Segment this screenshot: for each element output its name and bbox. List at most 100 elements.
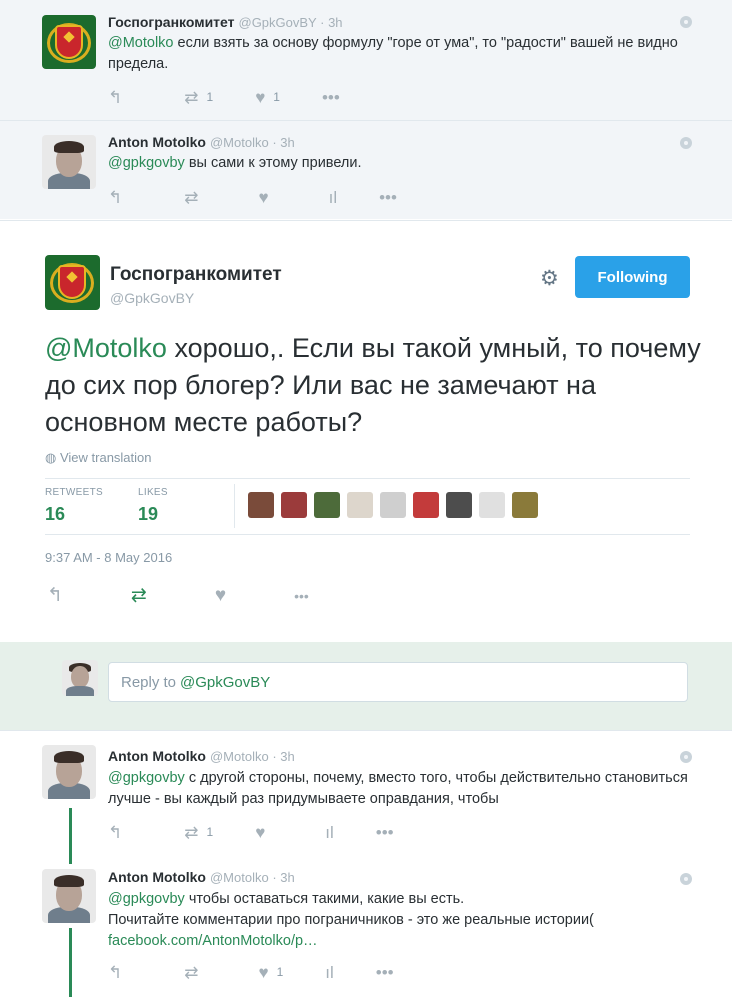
divider [45,534,690,535]
reply-icon[interactable]: ↰ [47,584,63,607]
avatar-face [71,666,89,688]
avatar-hair [54,141,84,153]
liker-avatar[interactable] [512,492,538,518]
reply-button[interactable]: ↰ [108,89,122,106]
caret-icon[interactable] [680,137,692,149]
analytics-button[interactable]: ıl [325,964,334,981]
liker-avatar[interactable] [248,492,274,518]
mention-link[interactable]: @gpkgovby [108,770,185,786]
author-name[interactable]: Anton Motolko [108,748,206,764]
stat-value: 19 [138,504,159,524]
more-icon[interactable]: ••• [294,588,309,604]
author-handle[interactable]: @Motolko [210,870,269,885]
tweet-time[interactable]: · 3h [269,135,294,150]
like-button[interactable]: ♥ [255,824,265,841]
author-handle[interactable]: @Motolko [210,749,269,764]
heart-icon[interactable]: ♥ [215,585,226,607]
avatar[interactable] [45,255,100,310]
reply-placeholder: Reply to [121,673,177,691]
liker-avatar[interactable] [281,492,307,518]
more-icon: ••• [379,187,397,207]
reply-input[interactable]: Reply to @GpkGovBY [108,662,688,702]
retweet-button[interactable]: ⇄ [184,189,198,206]
avatar[interactable] [42,745,96,799]
analytics-button[interactable]: ıl [325,824,334,841]
mention-link[interactable]: @Motolko [45,333,167,363]
avatar [62,660,98,696]
mention-link[interactable]: @gpkgovby [108,891,185,907]
stat-label: RETWEETS [45,487,103,498]
caret-icon[interactable] [680,751,692,763]
like-button[interactable]: ♥ 1 [259,964,284,981]
liker-avatar[interactable] [347,492,373,518]
retweet-button[interactable]: ⇄ 1 [184,89,213,106]
more-icon: ••• [375,962,394,982]
likes-stat[interactable]: LIKES 19 [138,487,168,525]
retweet-button[interactable]: ⇄ 1 [184,824,213,841]
author-name[interactable]: Anton Motolko [108,869,206,885]
avatar[interactable] [42,869,96,923]
retweet-count: 1 [206,90,214,104]
tweet-actions: ↰ ⇄ ♥ ••• [47,584,377,607]
like-button[interactable]: ♥ [259,189,269,206]
liker-avatar[interactable] [314,492,340,518]
tweet-header: Госпогранкомитет @GpkGovBY · 3h [108,14,343,30]
mention-link[interactable]: @Motolko [108,35,174,51]
stat-label: LIKES [138,487,168,498]
more-button[interactable]: ••• [322,89,340,106]
more-button[interactable]: ••• [379,189,397,206]
author-handle[interactable]: @Motolko [210,135,269,150]
reply-button[interactable]: ↰ [108,964,122,981]
liker-avatar[interactable] [413,492,439,518]
tweet-actions: ↰ ⇄ ♥ 1 ıl ••• [108,962,436,982]
reply-button[interactable]: ↰ [108,824,122,841]
external-link[interactable]: facebook.com/AntonMotolko/p… [108,933,318,949]
tweet-time[interactable]: · 3h [317,15,342,30]
retweet-icon[interactable]: ⇄ [131,584,147,607]
author-name[interactable]: Госпогранкомитет [108,14,235,30]
tweet-2[interactable]: Anton Motolko @Motolko · 3h @gpkgovby вы … [0,121,732,219]
tweet-time[interactable]: · 3h [269,870,294,885]
analytics-button[interactable]: ıl [329,189,338,206]
tweet-timestamp[interactable]: 9:37 AM - 8 May 2016 [45,550,172,565]
tweet-1[interactable]: Госпогранкомитет @GpkGovBY · 3h @Motolko … [0,0,732,120]
following-button[interactable]: Following [575,256,690,298]
gear-icon[interactable]: ⚙ [540,266,559,291]
liker-avatar[interactable] [446,492,472,518]
author-name[interactable]: Anton Motolko [108,134,206,150]
caret-icon[interactable] [680,873,692,885]
retweet-count: 1 [206,825,214,839]
liker-avatar[interactable] [380,492,406,518]
tweet-header: Anton Motolko @Motolko · 3h [108,869,295,885]
like-button[interactable]: ♥ 1 [255,89,280,106]
reply-icon: ↰ [108,87,123,107]
more-button[interactable]: ••• [376,964,394,981]
author-name[interactable]: Госпогранкомитет [110,264,282,286]
analytics-icon: ıl [328,187,338,207]
more-icon: ••• [375,822,394,842]
analytics-icon: ıl [325,962,334,982]
tweet-header: Anton Motolko @Motolko · 3h [108,748,295,764]
globe-icon: ◍ [45,450,57,465]
tweet-4[interactable]: Anton Motolko @Motolko · 3h @gpkgovby что… [0,856,732,997]
tweet-text: @Motolko хорошо,. Если вы такой умный, т… [45,333,701,437]
reply-button[interactable]: ↰ [108,189,122,206]
mention-link[interactable]: @gpkgovby [108,155,185,171]
retweet-button[interactable]: ⇄ [184,964,198,981]
avatar-body [66,686,94,696]
retweets-stat[interactable]: RETWEETS 16 [45,487,103,525]
retweet-icon: ⇄ [184,187,199,207]
divider [234,484,235,528]
like-count: 1 [276,965,284,979]
more-button[interactable]: ••• [376,824,394,841]
liker-avatar[interactable] [479,492,505,518]
avatar[interactable] [42,135,96,189]
author-handle[interactable]: @GpkGovBY [110,290,194,306]
heart-icon: ♥ [255,87,266,107]
tweet-time[interactable]: · 3h [269,749,294,764]
caret-icon[interactable] [680,16,692,28]
avatar[interactable] [42,15,96,69]
view-translation-link[interactable]: ◍ View translation [45,450,152,466]
author-handle[interactable]: @GpkGovBY [239,15,317,30]
tweet-3[interactable]: Anton Motolko @Motolko · 3h @gpkgovby с д… [0,731,732,855]
